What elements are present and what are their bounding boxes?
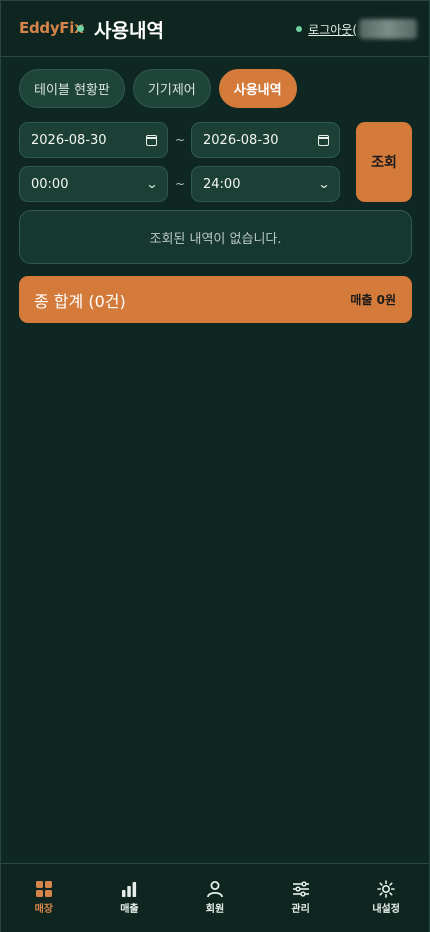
- nav-label: 내설정: [372, 904, 400, 915]
- page-title: 사용내역: [94, 20, 164, 42]
- calendar-icon[interactable]: [318, 134, 329, 146]
- total-count-label: 종 합계 (0건): [34, 291, 126, 311]
- sliders-icon: [292, 881, 309, 897]
- person-icon: [207, 881, 223, 898]
- search-button[interactable]: 조회: [356, 122, 412, 202]
- start-date-field[interactable]: 2026-08-30: [19, 122, 168, 158]
- top-header: EddyFix 사용내역 로그아웃(: [1, 1, 429, 57]
- app-frame: EddyFix 사용내역 로그아웃( 테이블 현황판 기기제어 사용내역 202…: [0, 0, 430, 932]
- tab-table-status[interactable]: 테이블 현황판: [19, 69, 125, 108]
- nav-item-manage[interactable]: 관리: [258, 864, 344, 932]
- nav-item-my-settings[interactable]: 내설정: [343, 864, 429, 932]
- end-date-field[interactable]: 2026-08-30: [191, 122, 340, 158]
- nav-label: 관리: [291, 904, 310, 915]
- end-date-value: 2026-08-30: [203, 132, 279, 148]
- empty-results-box: 조회된 내역이 없습니다.: [19, 210, 412, 264]
- start-time-select[interactable]: 00:00 ⌄: [19, 166, 168, 202]
- chevron-down-icon: ⌄: [145, 177, 159, 191]
- time-range-separator: ~: [175, 177, 186, 191]
- total-sales-label: 매출 0원: [350, 293, 396, 307]
- end-time-value: 24:00: [203, 176, 241, 192]
- grid-icon: [35, 881, 52, 897]
- user-area: 로그아웃(: [296, 19, 417, 39]
- bar-chart-icon: [122, 882, 137, 897]
- bottom-navigation: 매장 매출 회원 관리 내설정: [1, 863, 429, 932]
- section-tabs: 테이블 현황판 기기제어 사용내역: [19, 69, 297, 108]
- nav-label: 매장: [34, 904, 53, 915]
- brand-logo[interactable]: EddyFix: [19, 19, 84, 37]
- gear-icon: [377, 880, 395, 898]
- start-date-value: 2026-08-30: [31, 132, 107, 148]
- nav-item-members[interactable]: 회원: [172, 864, 258, 932]
- nav-item-sales[interactable]: 매출: [87, 864, 173, 932]
- status-dot: [77, 25, 84, 32]
- logout-link[interactable]: 로그아웃(: [308, 21, 357, 38]
- tab-usage-history[interactable]: 사용내역: [218, 69, 297, 108]
- calendar-icon[interactable]: [146, 134, 157, 146]
- nav-label: 회원: [205, 904, 225, 915]
- redacted-username: [359, 19, 417, 39]
- start-time-value: 00:00: [31, 176, 69, 192]
- nav-label: 매출: [120, 904, 139, 915]
- chevron-down-icon: ⌄: [317, 177, 331, 191]
- nav-item-store[interactable]: 매장: [1, 864, 87, 932]
- tab-device-control[interactable]: 기기제어: [132, 69, 211, 108]
- total-summary-bar: 종 합계 (0건) 매출 0원: [19, 276, 412, 323]
- date-range-separator: ~: [175, 133, 186, 147]
- empty-message: 조회된 내역이 없습니다.: [149, 231, 282, 247]
- end-time-select[interactable]: 24:00 ⌄: [191, 166, 340, 202]
- online-dot: [296, 26, 303, 32]
